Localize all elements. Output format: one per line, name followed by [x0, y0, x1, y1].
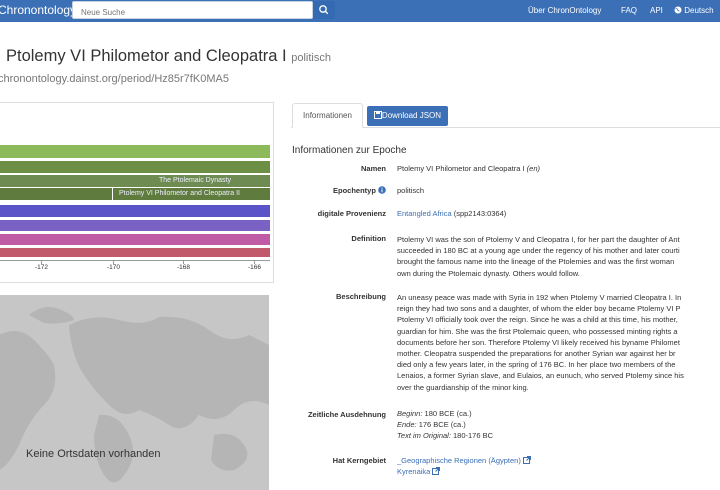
timeline-tick-label: -168	[177, 264, 191, 271]
description-line: documents before her son. Therefore Ptol…	[397, 337, 680, 347]
core-area-link[interactable]: _Geographische Regionen (Ägypten)	[397, 456, 521, 465]
period-type-badge: politisch	[291, 52, 331, 64]
core-area-item: _Geographische Regionen (Ägypten)	[397, 455, 720, 466]
timeline-bar[interactable]	[0, 145, 270, 158]
time-extent-value: Beginn: 180 BCE (ca.) Ende: 176 BCE (ca.…	[397, 408, 720, 442]
original-value: 180-176 BC	[453, 431, 494, 441]
description-line: reign they had two sons and a daughter, …	[397, 304, 681, 314]
provenance-link[interactable]: Entangled Africa	[397, 209, 452, 218]
search-input[interactable]	[73, 4, 311, 21]
timeline-bar[interactable]	[0, 161, 270, 173]
core-area-link[interactable]: Kyrenaika	[397, 467, 430, 476]
period-name: Ptolemy VI Philometor and Cleopatra I	[6, 47, 287, 65]
page-title: Ptolemy VI Philometor and Cleopatra I po…	[6, 47, 331, 66]
label-names: Namen	[360, 164, 386, 173]
external-link-icon[interactable]	[522, 456, 531, 464]
timeline-tick-label: -172	[35, 264, 49, 271]
no-location-message: Keine Ortsdaten vorhanden	[26, 448, 161, 460]
timeline-bar[interactable]	[0, 220, 270, 231]
description-line: guardian for him. She was the first Ptol…	[397, 326, 678, 336]
original-label: Text im Original:	[397, 431, 451, 441]
language-label: Deutsch	[684, 6, 714, 15]
definition-text: Ptolemy VI was the son of Ptolemy V and …	[397, 234, 720, 279]
label-core-area: Hat Kerngebiet	[332, 456, 386, 465]
definition-line: succeeded in 180 BC at a young age under…	[397, 246, 680, 256]
timeline-bar[interactable]	[0, 248, 270, 257]
search-field[interactable]	[72, 1, 313, 21]
section-title: Informationen zur Epoche	[292, 145, 407, 156]
info-icon[interactable]	[378, 186, 386, 194]
core-area-item: Kyrenaika	[397, 466, 720, 477]
end-value: 176 BCE (ca.)	[418, 420, 466, 430]
begin-label: Beginn:	[397, 409, 423, 418]
label-definition: Definition	[351, 234, 386, 243]
tab-informationen[interactable]: Informationen	[292, 103, 363, 128]
description-line: over the guardianship of the minor king.	[397, 382, 529, 392]
label-time-extent: Zeitliche Ausdehnung	[307, 410, 386, 419]
globe-icon	[674, 6, 682, 14]
nav-faq-link[interactable]: FAQ	[621, 6, 637, 15]
time-end: Ende: 176 BCE (ca.)	[397, 419, 720, 430]
description-text: An uneasy peace was made with Syria in 1…	[397, 292, 720, 393]
timeline-bar[interactable]: The Ptolemaic Dynasty	[0, 175, 270, 187]
provenance-id: (spp2143:0364)	[453, 209, 507, 218]
save-icon	[373, 111, 382, 119]
timeline-bar[interactable]	[0, 205, 270, 217]
search-icon	[319, 5, 329, 15]
definition-line: own during the Ptolemaic dynasty. Others…	[397, 268, 580, 278]
definition-line: brought the famous name into the lineage…	[397, 257, 675, 267]
description-line: An uneasy peace was made with Syria in 1…	[397, 293, 682, 302]
label-description: Beschreibung	[335, 292, 386, 301]
period-uri[interactable]: chronontology.dainst.org/period/Hz85r7fK…	[0, 73, 229, 85]
description-line: Lenaios, a former Syrian slave, and Eula…	[397, 371, 684, 381]
name-text: Ptolemy VI Philometor and Cleopatra I	[397, 164, 525, 173]
provenance-value: Entangled Africa (spp2143:0364)	[397, 209, 506, 218]
timeline-tick-label: -166	[248, 264, 262, 271]
begin-value: 180 BCE (ca.)	[424, 409, 472, 418]
brand-logo[interactable]: Chronontology	[0, 3, 76, 17]
timeline-marker	[112, 188, 113, 200]
timeline-tick-label: -170	[107, 264, 121, 271]
time-begin: Beginn: 180 BCE (ca.)	[397, 408, 720, 419]
world-map	[0, 295, 269, 490]
search-button[interactable]	[313, 1, 335, 19]
download-json-button[interactable]: Download JSON	[367, 106, 448, 126]
label-epoch-type: Epochentyp	[290, 186, 386, 195]
language-menu[interactable]: Deutsch	[674, 6, 714, 15]
epoch-type-label-text: Epochentyp	[332, 186, 376, 195]
external-link-icon[interactable]	[432, 467, 441, 476]
core-area-value: _Geographische Regionen (Ägypten) Kyrena…	[397, 455, 720, 477]
time-original: Text im Original: 180-176 BC	[397, 430, 720, 441]
timeline-bar[interactable]: Ptolemy VI Philometor and Cleopatra II	[0, 188, 270, 200]
epoch-type-value: politisch	[397, 186, 425, 195]
end-label: Ende:	[397, 420, 417, 430]
timeline-bar-label: Ptolemy VI Philometor and Cleopatra II	[119, 190, 241, 197]
nav-api-link[interactable]: API	[650, 6, 663, 15]
definition-line: Ptolemy VI was the son of Ptolemy V and …	[397, 235, 680, 244]
description-line: mother. Cleopatra suspended the preparat…	[397, 349, 676, 359]
nav-about-link[interactable]: Über ChronOntology	[528, 6, 601, 15]
description-line: died only a few years later, in the spri…	[397, 360, 676, 370]
map-panel[interactable]	[0, 295, 269, 490]
timeline-bar[interactable]	[0, 234, 270, 245]
download-json-label: Download JSON	[381, 111, 442, 120]
name-language: (en)	[526, 164, 540, 173]
names-value: Ptolemy VI Philometor and Cleopatra I (e…	[397, 164, 540, 173]
timeline-bar-label: The Ptolemaic Dynasty	[159, 177, 231, 184]
label-provenance: digitale Provenienz	[317, 209, 386, 218]
description-line: Ptolemy VI officially took over the reig…	[397, 315, 678, 325]
